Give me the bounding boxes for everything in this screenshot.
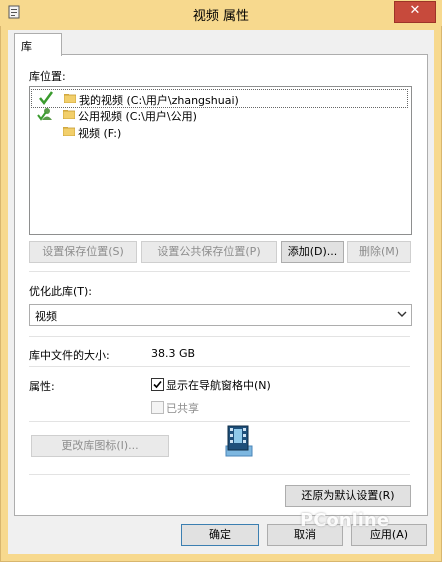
library-locations-label: 库位置:	[29, 70, 66, 83]
library-location-text: 视频 (F:)	[78, 127, 122, 140]
change-library-icon-button[interactable]: 更改库图标(I)...	[31, 435, 169, 457]
optimize-selected-value: 视频	[35, 310, 57, 323]
folder-icon	[64, 94, 76, 103]
set-save-location-button[interactable]: 设置保存位置(S)	[29, 241, 137, 263]
chevron-down-icon	[397, 311, 407, 317]
ok-button[interactable]: 确定	[181, 524, 259, 546]
shared-checkbox[interactable]	[151, 401, 164, 414]
library-size-label: 库中文件的大小:	[29, 349, 110, 362]
title-bar[interactable]: 视频 属性 ✕	[0, 0, 442, 26]
divider	[29, 271, 410, 272]
divider	[29, 474, 410, 475]
public-users-check-icon	[37, 108, 52, 121]
checkmark-icon	[153, 380, 162, 389]
tab-library[interactable]: 库	[14, 33, 62, 56]
folder-icon	[63, 110, 75, 119]
restore-defaults-button[interactable]: 还原为默认设置(R)	[285, 485, 411, 507]
divider	[29, 366, 410, 367]
divider	[29, 421, 410, 422]
set-public-save-location-button[interactable]: 设置公共保存位置(P)	[141, 241, 277, 263]
optimize-select[interactable]: 视频	[29, 304, 412, 326]
shared-label: 已共享	[166, 402, 199, 415]
folder-icon	[63, 127, 75, 136]
show-in-nav-checkbox[interactable]	[151, 378, 164, 391]
show-in-nav-label[interactable]: 显示在导航窗格中(N)	[166, 377, 271, 393]
library-locations-list[interactable]: 我的视频 (C:\用户\zhangshuai) 公用视频 (C:\用户\公用) …	[29, 86, 412, 235]
divider	[29, 336, 410, 337]
remove-location-button[interactable]: 删除(M)	[347, 241, 411, 263]
add-location-button[interactable]: 添加(D)...	[281, 241, 344, 263]
library-size-value: 38.3 GB	[151, 347, 196, 360]
optimize-label: 优化此库(T):	[29, 285, 93, 298]
attributes-label: 属性:	[29, 380, 55, 393]
list-item[interactable]: 视频 (F:)	[31, 123, 408, 140]
close-icon: ✕	[409, 3, 421, 18]
watermark-logo: PConline	[300, 510, 389, 531]
close-button[interactable]: ✕	[394, 1, 436, 23]
list-item[interactable]: 公用视频 (C:\用户\公用)	[31, 106, 408, 123]
library-location-text: 公用视频 (C:\用户\公用)	[78, 110, 197, 123]
tab-library-label: 库	[21, 40, 32, 53]
window-title: 视频 属性	[192, 9, 250, 24]
video-library-icon	[225, 425, 253, 457]
check-icon	[39, 91, 54, 106]
